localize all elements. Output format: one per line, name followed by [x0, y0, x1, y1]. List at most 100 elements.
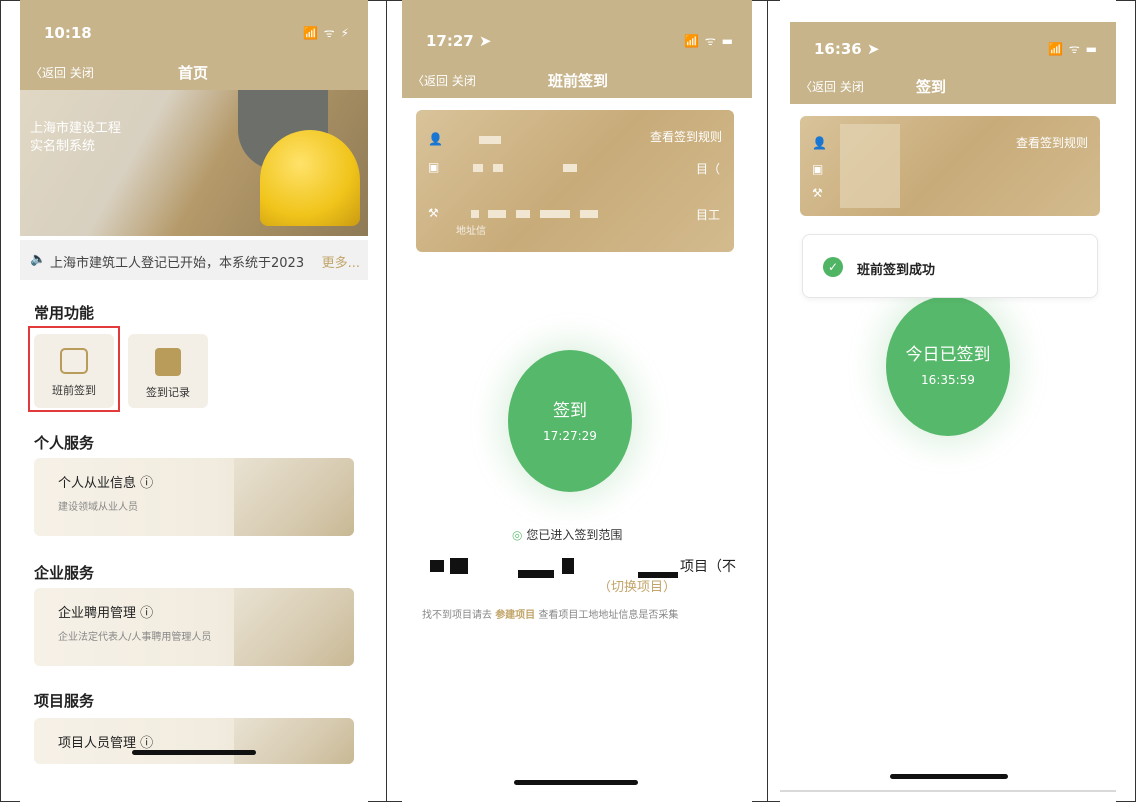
card-subtitle: 企业法定代表人/人事聘用管理人员 [58, 632, 212, 643]
view-rules-link[interactable]: 查看签到规则 [650, 128, 722, 145]
enterprise-card[interactable]: 企业聘用管理 ⓘ 企业法定代表人/人事聘用管理人员 [34, 588, 354, 666]
project-tail: 项目（不 [680, 559, 736, 575]
site-tail: 目工 [695, 208, 720, 222]
notice-text: 上海市建筑工人登记已开始，本系统于2023 [50, 256, 305, 271]
banner-text: 上海市建设工程 实名制系统 [30, 120, 121, 156]
person-icon: 👤 [812, 136, 827, 150]
redacted [579, 209, 598, 218]
view-rules-link[interactable]: 查看签到规则 [1016, 134, 1088, 151]
section-enterprise: 企业服务 [34, 564, 95, 582]
project-name: 项目（不 （切换项目） [422, 556, 742, 596]
redacted [562, 558, 574, 574]
phone-checkin-success: 16:36 ➤ 📶 ᯤ ▬ 〈返回 关闭 签到 查看签到规则 👤 ▣ ⚒ 今日已… [780, 0, 1116, 802]
toast-text: 班前签到成功 [857, 263, 936, 278]
helmet-graphic [260, 130, 360, 226]
redacted [540, 209, 571, 218]
page-title: 签到 [916, 78, 947, 96]
redacted [430, 560, 444, 572]
speaker-icon: 🔈 [30, 252, 47, 267]
back-close-button[interactable]: 〈返回 关闭 [412, 72, 476, 89]
join-project-link[interactable]: 参建项目 [495, 610, 535, 621]
status-time: 16:36 ➤ [814, 40, 880, 58]
redacted [840, 124, 900, 208]
redacted [473, 163, 484, 172]
notice-bar[interactable]: 🔈 上海市建筑工人登记已开始，本系统于2023 更多... [20, 240, 368, 280]
records-tile[interactable]: 签到记录 [128, 334, 208, 408]
tile-label: 签到记录 [146, 386, 190, 399]
nav-bar: 〈返回 关闭 首页 [20, 56, 368, 90]
site-row: ⚒ [812, 186, 823, 200]
banner-image: 上海市建设工程 实名制系统 [20, 90, 368, 236]
project-card[interactable]: 项目人员管理 ⓘ [34, 718, 354, 764]
project-tail: 目（ [695, 162, 720, 176]
bottom-edge [780, 790, 1116, 792]
checked-in-label: 今日已签到 [905, 345, 991, 365]
document-icon: ▣ [428, 160, 440, 174]
divider [767, 0, 768, 802]
project-row: ▣ [812, 162, 823, 176]
nav-bar: 〈返回 关闭 签到 [790, 70, 1116, 104]
site-address: 地址信 [456, 226, 486, 237]
home-indicator [132, 750, 256, 755]
signal-icon: 📶 ᯤ ⚡ [303, 26, 350, 40]
redacted [493, 163, 503, 172]
nav-bar: 〈返回 关闭 班前签到 [402, 64, 752, 98]
construction-image [234, 718, 354, 764]
status-bar: 10:18 📶 ᯤ ⚡ [20, 0, 368, 60]
banner-line: 上海市建设工程 [30, 121, 122, 136]
redacted [478, 135, 501, 144]
redacted [470, 209, 479, 218]
person-icon: 👤 [428, 132, 443, 146]
redacted [450, 558, 468, 574]
page-title: 班前签到 [548, 72, 609, 90]
card-title: 项目人员管理 ⓘ [58, 736, 154, 751]
card-title: 个人从业信息 ⓘ [58, 476, 154, 491]
section-personal: 个人服务 [34, 434, 95, 452]
personal-info-card[interactable]: 个人从业信息 ⓘ 建设领域从业人员 [34, 458, 354, 536]
more-link[interactable]: 更多... [317, 252, 360, 271]
project-row: ▣ 目（ [428, 160, 728, 176]
status-bar: 16:36 ➤ 📶 ᯤ ▬ [790, 22, 1116, 74]
redacted [488, 209, 507, 218]
back-close-button[interactable]: 〈返回 关闭 [800, 78, 864, 95]
range-text: 您已进入签到范围 [526, 528, 623, 542]
status-time: 10:18 [44, 24, 92, 42]
status-time: 17:27 ➤ [426, 32, 492, 50]
signal-icon: 📶 ᯤ ▬ [1048, 42, 1098, 56]
redacted [516, 209, 531, 218]
back-close-button[interactable]: 〈返回 关闭 [30, 64, 94, 81]
success-toast: ✓ 班前签到成功 [802, 234, 1098, 298]
divider [386, 0, 387, 802]
card-subtitle: 建设领域从业人员 [58, 502, 138, 513]
hint-text: 找不到项目请去 参建项目 查看项目工地地址信息是否采集 [422, 606, 678, 621]
card-title: 企业聘用管理 ⓘ [58, 606, 154, 621]
business-people-image [234, 588, 354, 666]
checkin-button[interactable]: 签到 17:27:29 [508, 350, 632, 492]
document-icon: ▣ [812, 162, 824, 176]
highlight-box [28, 326, 120, 412]
check-icon: ✓ [823, 257, 843, 277]
status-bar: 17:27 ➤ 📶 ᯤ ▬ [402, 0, 752, 70]
crane-icon: ⚒ [428, 206, 439, 220]
checkin-label: 签到 [553, 401, 587, 421]
switch-project-link[interactable]: （切换项目） [598, 576, 676, 595]
page-title: 首页 [178, 64, 209, 82]
range-status: ◎ 您已进入签到范围 [512, 526, 622, 543]
signal-icon: 📶 ᯤ ▬ [684, 34, 734, 48]
phone-checkin: 17:27 ➤ 📶 ᯤ ▬ 〈返回 关闭 班前签到 查看签到规则 👤 ▣ 目（ … [402, 0, 752, 802]
section-project: 项目服务 [34, 692, 95, 710]
person-row: 👤 [428, 132, 507, 146]
calendar-check-icon [155, 348, 181, 376]
hint-post: 查看项目工地地址信息是否采集 [538, 610, 679, 621]
home-indicator [890, 774, 1008, 779]
checked-in-time: 16:35:59 [921, 373, 975, 387]
person-row: 👤 [812, 136, 827, 150]
project-info-card: 查看签到规则 👤 ▣ ⚒ [800, 116, 1100, 216]
section-common: 常用功能 [34, 304, 95, 322]
crane-icon: ⚒ [812, 186, 823, 200]
checkin-time: 17:27:29 [543, 429, 597, 443]
site-row: ⚒ 目工 地址信 [428, 206, 728, 237]
redacted [518, 570, 554, 578]
hint-pre: 找不到项目请去 [422, 610, 492, 621]
checked-in-badge: 今日已签到 16:35:59 [886, 296, 1010, 436]
